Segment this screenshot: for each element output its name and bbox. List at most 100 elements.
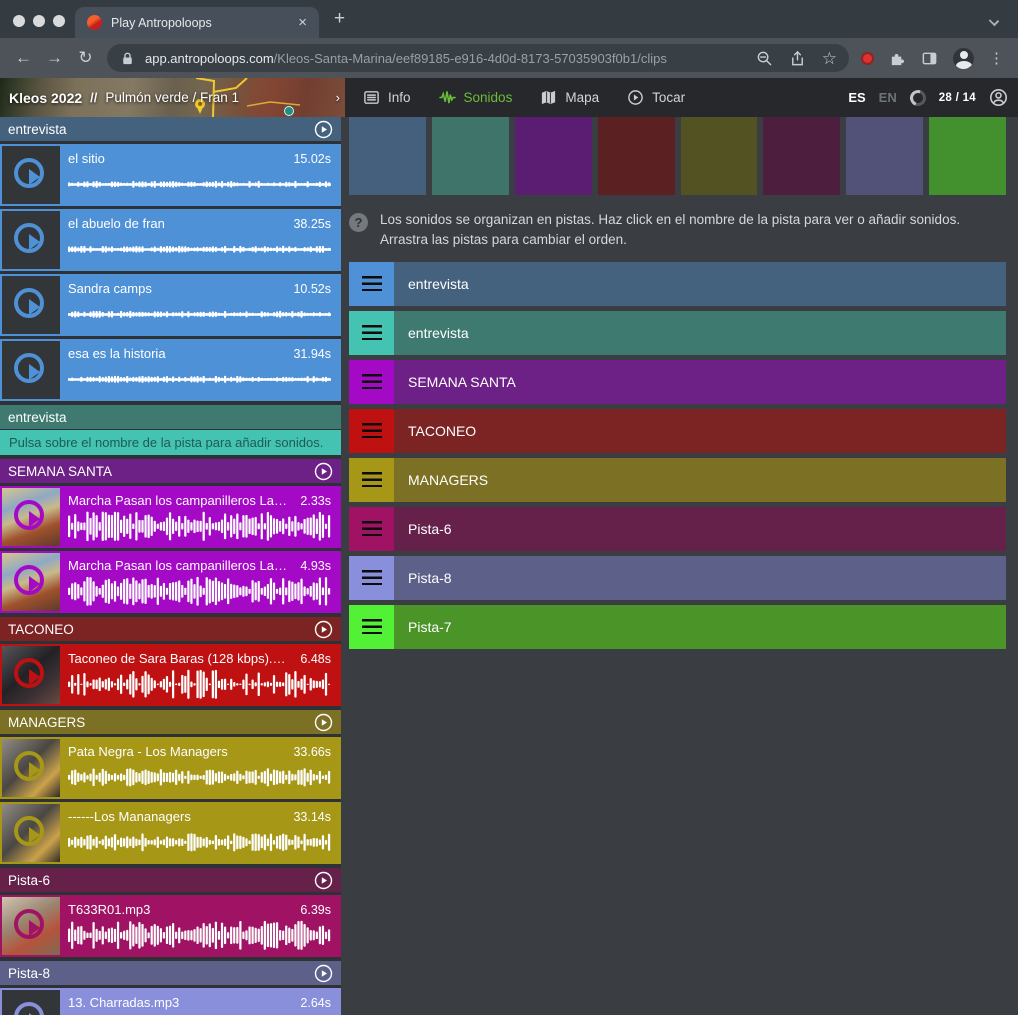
tab-search-chevron-icon[interactable] [989,16,999,26]
share-icon[interactable] [789,50,806,67]
clip-body: Marcha Pasan los campanilleros Las Mejor… [60,488,339,546]
extensions-puzzle-icon[interactable] [889,50,906,67]
site-favicon-icon [87,15,102,30]
sidebar-track-header[interactable]: Pista-6 [0,868,341,892]
tab-tocar[interactable]: Tocar [627,89,685,106]
audio-clip[interactable]: 13. Charradas.mp3 2.64s [0,988,341,1015]
sidebar-track-header[interactable]: Pista-8 [0,961,341,985]
record-extension-icon[interactable] [861,52,874,65]
track-drag-handle[interactable] [349,311,394,355]
clip-title: Pata Negra - Los Managers [68,744,285,759]
audio-clip[interactable]: Pata Negra - Los Managers 33.66s [0,737,341,799]
track-name-button[interactable]: Pista-8 [394,556,1006,600]
audio-clip[interactable]: Sandra camps 10.52s [0,274,341,336]
browser-tab[interactable]: Play Antropoloops × [75,7,319,38]
clip-play-icon[interactable] [14,158,44,188]
play-track-icon[interactable] [314,120,333,139]
sidebar-track-header[interactable]: entrevista [0,405,341,429]
track-drag-handle[interactable] [349,360,394,404]
tab-info[interactable]: Info [363,89,411,106]
audio-clip[interactable]: T633R01.mp3 6.39s [0,895,341,957]
track-drag-handle[interactable] [349,556,394,600]
sidebar-track-header[interactable]: entrevista [0,117,341,141]
clip-duration: 38.25s [293,217,331,231]
side-panel-icon[interactable] [921,50,938,67]
sidebar-track-header[interactable]: MANAGERS [0,710,341,734]
track-row: entrevista [349,262,1006,306]
clip-play-icon[interactable] [14,751,44,781]
audio-clip[interactable]: ------Los Mananagers 33.14s [0,802,341,864]
account-icon[interactable] [989,88,1008,107]
clip-play-icon[interactable] [14,223,44,253]
clip-duration: 4.93s [300,559,331,573]
audio-clip[interactable]: Marcha Pasan los campanilleros Las Mejor… [0,551,341,613]
project-banner[interactable]: Kleos 2022 // Pulmón verde / Fran 1 › [0,78,345,117]
track-drag-handle[interactable] [349,605,394,649]
app-header: Kleos 2022 // Pulmón verde / Fran 1 › In… [0,78,1018,117]
track-name-button[interactable]: entrevista [394,262,1006,306]
clip-title: esa es la historia [68,346,285,361]
track-drag-handle[interactable] [349,458,394,502]
play-track-icon[interactable] [314,620,333,639]
bookmark-star-icon[interactable]: ☆ [822,50,837,67]
lang-en-button[interactable]: EN [879,90,897,105]
audio-clip[interactable]: el abuelo de fran 38.25s [0,209,341,271]
track-name-button[interactable]: MANAGERS [394,458,1006,502]
track-name-button[interactable]: SEMANA SANTA [394,360,1006,404]
new-tab-button[interactable]: + [334,9,345,28]
clip-play-icon[interactable] [14,288,44,318]
map-icon [540,89,557,106]
clip-play-icon[interactable] [14,816,44,846]
tab-mapa-label: Mapa [565,90,599,105]
banner-next-chevron-icon[interactable]: › [336,78,340,117]
tracks-sidebar: entrevista el sitio 15.02s el abuelo de … [0,117,341,1015]
audio-clip[interactable]: esa es la historia 31.94s [0,339,341,401]
sidebar-track-name: Pista-8 [8,966,50,981]
reload-button[interactable]: ↻ [70,48,101,68]
clip-info: 13. Charradas.mp3 2.64s [68,995,331,1010]
clip-play-icon[interactable] [14,658,44,688]
play-track-icon[interactable] [314,964,333,983]
audio-clip[interactable]: Marcha Pasan los campanilleros Las Mejor… [0,486,341,548]
clip-play-icon[interactable] [14,500,44,530]
play-track-icon[interactable] [314,713,333,732]
window-minimize-button[interactable] [33,15,45,27]
clip-info: esa es la historia 31.94s [68,346,331,361]
track-name-button[interactable]: Pista-7 [394,605,1006,649]
audio-clip[interactable]: el sitio 15.02s [0,144,341,206]
track-name-button[interactable]: TACONEO [394,409,1006,453]
forward-button[interactable]: → [39,48,70,68]
clip-play-icon[interactable] [14,353,44,383]
lock-icon[interactable] [119,50,136,67]
window-close-button[interactable] [13,15,25,27]
clip-play-icon[interactable] [14,565,44,595]
track-drag-handle[interactable] [349,409,394,453]
play-track-icon[interactable] [314,462,333,481]
sidebar-track-header[interactable]: SEMANA SANTA [0,459,341,483]
play-track-icon[interactable] [314,871,333,890]
track-row: Pista-8 [349,556,1006,600]
window-zoom-button[interactable] [53,15,65,27]
track-name-button[interactable]: entrevista [394,311,1006,355]
zoom-icon[interactable] [756,50,773,67]
clip-waveform [68,167,331,202]
clip-play-icon[interactable] [14,1002,44,1015]
sidebar-track-header[interactable]: TACONEO [0,617,341,641]
clip-play-icon[interactable] [14,909,44,939]
track-name-button[interactable]: Pista-6 [394,507,1006,551]
track-drag-handle[interactable] [349,507,394,551]
lang-es-button[interactable]: ES [848,90,865,105]
back-button[interactable]: ← [8,48,39,68]
clip-info: T633R01.mp3 6.39s [68,902,331,917]
audio-clip[interactable]: Taconeo de Sara Baras (128 kbps).mp3 6.4… [0,644,341,706]
project-title[interactable]: Kleos 2022 [9,90,82,106]
remix-title[interactable]: Pulmón verde / Fran 1 [105,90,239,105]
profile-avatar[interactable] [953,48,974,69]
tab-mapa[interactable]: Mapa [540,89,599,106]
address-bar[interactable]: app.antropoloops.com/Kleos-Santa-Marina/… [107,44,849,72]
sidebar-track-name: entrevista [8,122,67,137]
browser-menu-icon[interactable]: ⋮ [989,51,1004,66]
tab-close-icon[interactable]: × [298,15,307,30]
track-drag-handle[interactable] [349,262,394,306]
tab-sonidos[interactable]: Sonidos [439,89,513,106]
